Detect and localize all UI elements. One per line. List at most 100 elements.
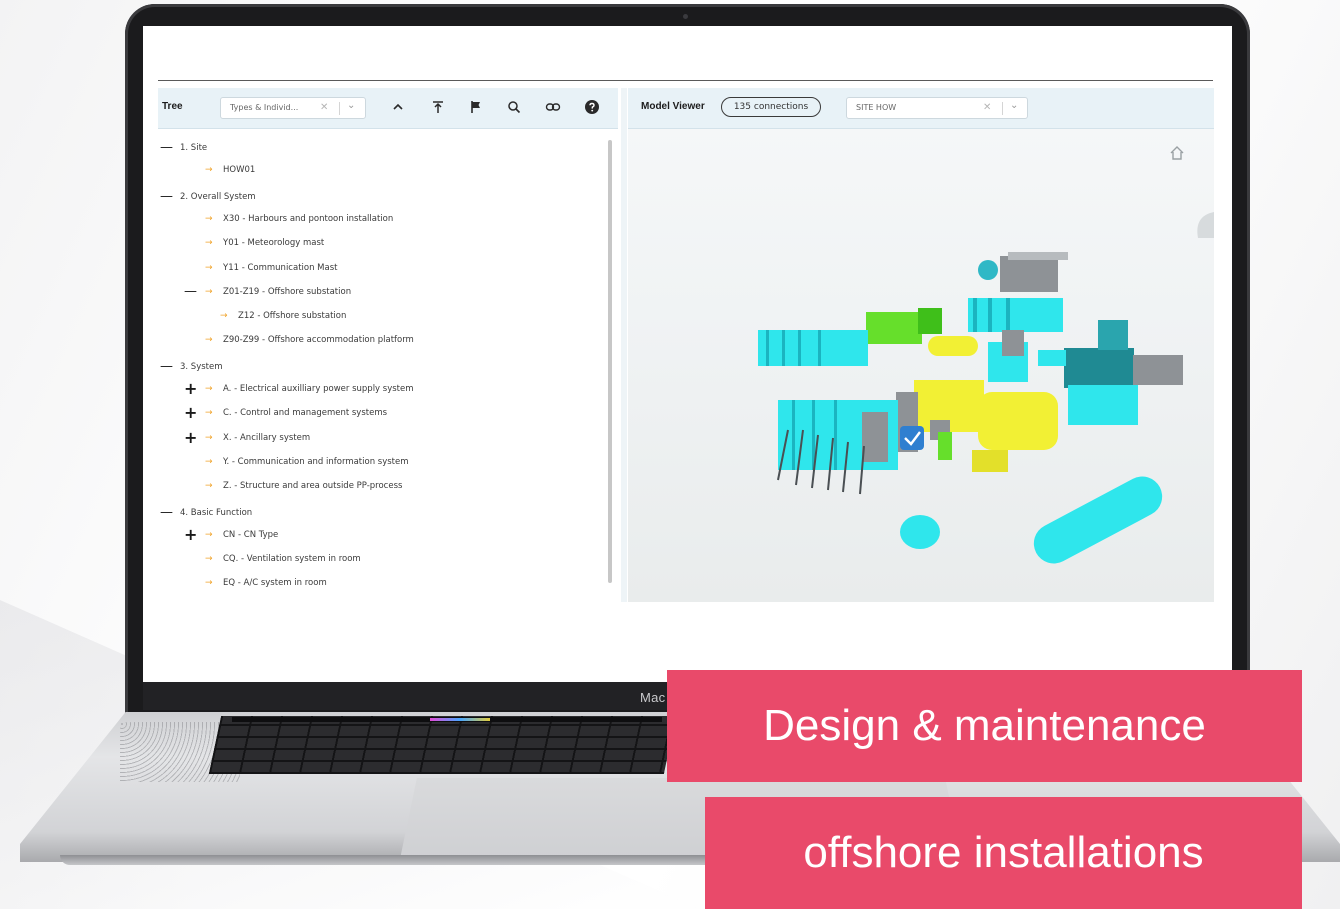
arrow-right-icon: →	[205, 335, 213, 345]
tree-item-label: 2. Overall System	[180, 192, 256, 202]
tree-item-label: Z90-Z99 - Offshore accommodation platfor…	[223, 335, 414, 345]
tree-item[interactable]: Y11 - Communication Mast	[223, 260, 337, 276]
tree-item-label: Y11 - Communication Mast	[223, 263, 338, 273]
help-icon[interactable]	[584, 99, 600, 115]
arrow-right-icon: →	[205, 214, 213, 224]
expand-node-icon[interactable]: +	[184, 430, 197, 446]
expand-node-icon[interactable]: +	[184, 381, 197, 397]
collapse-to-top-icon[interactable]	[430, 99, 446, 115]
tree-item-label: Z12 - Offshore substation	[238, 311, 347, 321]
tree-item[interactable]: 1. Site	[180, 140, 207, 156]
panel-divider[interactable]	[621, 88, 627, 602]
tree-item[interactable]: Z90-Z99 - Offshore accommodation platfor…	[223, 332, 414, 348]
model-block	[862, 412, 888, 462]
model-block	[1068, 385, 1138, 425]
tree-item[interactable]: Y01 - Meteorology mast	[223, 235, 324, 251]
arrow-right-icon: →	[205, 238, 213, 248]
tree-item[interactable]: Z01-Z19 - Offshore substation	[223, 284, 351, 300]
tree-item[interactable]: A. - Electrical auxilliary power supply …	[223, 381, 414, 397]
model-block	[834, 400, 837, 470]
tree-item-label: Z. - Structure and area outside PP-proce…	[223, 481, 403, 491]
tree-item[interactable]: CQ. - Ventilation system in room	[223, 551, 361, 567]
site-filter-select[interactable]: SITE HOW ✕ ⌄	[846, 97, 1028, 119]
tree-item[interactable]: Z. - Structure and area outside PP-proce…	[223, 478, 402, 494]
tree-item[interactable]: HOW01	[223, 162, 255, 178]
laptop-brand-label: Mac	[640, 690, 666, 705]
tree-item-label: Y01 - Meteorology mast	[223, 238, 325, 248]
tree-item-label: HOW01	[223, 165, 256, 175]
tree-item[interactable]: X30 - Harbours and pontoon installation	[223, 211, 393, 227]
collapse-node-icon[interactable]: —	[160, 189, 173, 205]
collapse-node-icon[interactable]: —	[160, 505, 173, 521]
search-icon[interactable]	[506, 99, 522, 115]
model-viewer-title: Model Viewer	[641, 101, 705, 112]
arrow-right-icon: →	[205, 263, 213, 273]
3d-model-render[interactable]	[628, 130, 1214, 602]
model-block	[866, 312, 922, 344]
tree-item[interactable]: EQ - A/C system in room	[223, 575, 327, 591]
arrow-right-icon: →	[205, 165, 213, 175]
select-separator	[1002, 102, 1003, 115]
arrow-right-icon: →	[205, 433, 213, 443]
model-block	[918, 308, 942, 334]
select-separator	[339, 102, 340, 115]
tree-item[interactable]: 2. Overall System	[180, 189, 256, 205]
tree-item[interactable]: CN - CN Type	[223, 527, 278, 543]
expand-node-icon[interactable]: +	[184, 405, 197, 421]
touch-bar-colors	[430, 718, 490, 721]
tree-scrollbar[interactable]	[608, 140, 612, 583]
tree-item-label: A. - Electrical auxilliary power supply …	[223, 384, 414, 394]
tree-item[interactable]: C. - Control and management systems	[223, 405, 387, 421]
model-block	[818, 330, 821, 366]
arrow-right-icon: →	[205, 287, 213, 297]
tree-item-label: CQ. - Ventilation system in room	[223, 554, 361, 564]
tree-filter-select[interactable]: Types & Individ... ✕ ⌄	[220, 97, 366, 119]
camera	[683, 14, 688, 19]
flag-icon[interactable]	[468, 99, 484, 115]
tree-item[interactable]: Z12 - Offshore substation	[238, 308, 346, 324]
arrow-right-icon: →	[205, 457, 213, 467]
tree-title: Tree	[162, 101, 183, 112]
model-tank	[978, 260, 998, 280]
tree-item[interactable]: X. - Ancillary system	[223, 430, 310, 446]
tree-item-label: C. - Control and management systems	[223, 408, 388, 418]
chevron-down-icon[interactable]: ⌄	[1010, 100, 1018, 111]
tree-item-label: X30 - Harbours and pontoon installation	[223, 214, 394, 224]
arrow-right-icon: →	[205, 408, 213, 418]
model-block	[972, 450, 1008, 472]
model-block	[1006, 298, 1010, 332]
model-block	[1002, 330, 1024, 356]
model-partial-object	[1197, 212, 1214, 238]
expand-node-icon[interactable]: +	[184, 527, 197, 543]
model-block	[792, 400, 795, 470]
arrow-right-icon: →	[220, 311, 228, 321]
app-top-border	[158, 80, 1213, 81]
model-block	[766, 330, 769, 366]
clear-icon[interactable]: ✕	[983, 102, 991, 113]
selection-badge[interactable]	[900, 426, 924, 450]
model-block	[978, 392, 1058, 450]
clear-icon[interactable]: ✕	[320, 102, 328, 113]
model-block	[1064, 348, 1134, 388]
banner-design-maintenance: Design & maintenance	[667, 670, 1302, 782]
model-block	[938, 432, 952, 460]
tree-item-label: 4. Basic Function	[180, 508, 253, 518]
model-tank	[900, 515, 940, 549]
arrow-right-icon: →	[205, 384, 213, 394]
tree-item-label: Y. - Communication and information syste…	[223, 457, 409, 467]
tree-item[interactable]: 3. System	[180, 359, 223, 375]
arrow-right-icon: →	[205, 578, 213, 588]
chevron-down-icon[interactable]: ⌄	[347, 100, 355, 111]
tree-item[interactable]: 4. Basic Function	[180, 505, 252, 521]
arrow-right-icon: →	[205, 530, 213, 540]
arrow-right-icon: →	[205, 481, 213, 491]
link-icon[interactable]	[545, 99, 561, 115]
tree-item[interactable]: Y. - Communication and information syste…	[223, 454, 409, 470]
connections-badge[interactable]: 135 connections	[721, 97, 821, 117]
tree-filter-value: Types & Individ...	[230, 103, 299, 112]
collapse-node-icon[interactable]: —	[184, 284, 197, 300]
collapse-node-icon[interactable]: —	[160, 359, 173, 375]
chevron-up-icon[interactable]	[390, 99, 406, 115]
collapse-node-icon[interactable]: —	[160, 140, 173, 156]
model-block	[798, 330, 801, 366]
